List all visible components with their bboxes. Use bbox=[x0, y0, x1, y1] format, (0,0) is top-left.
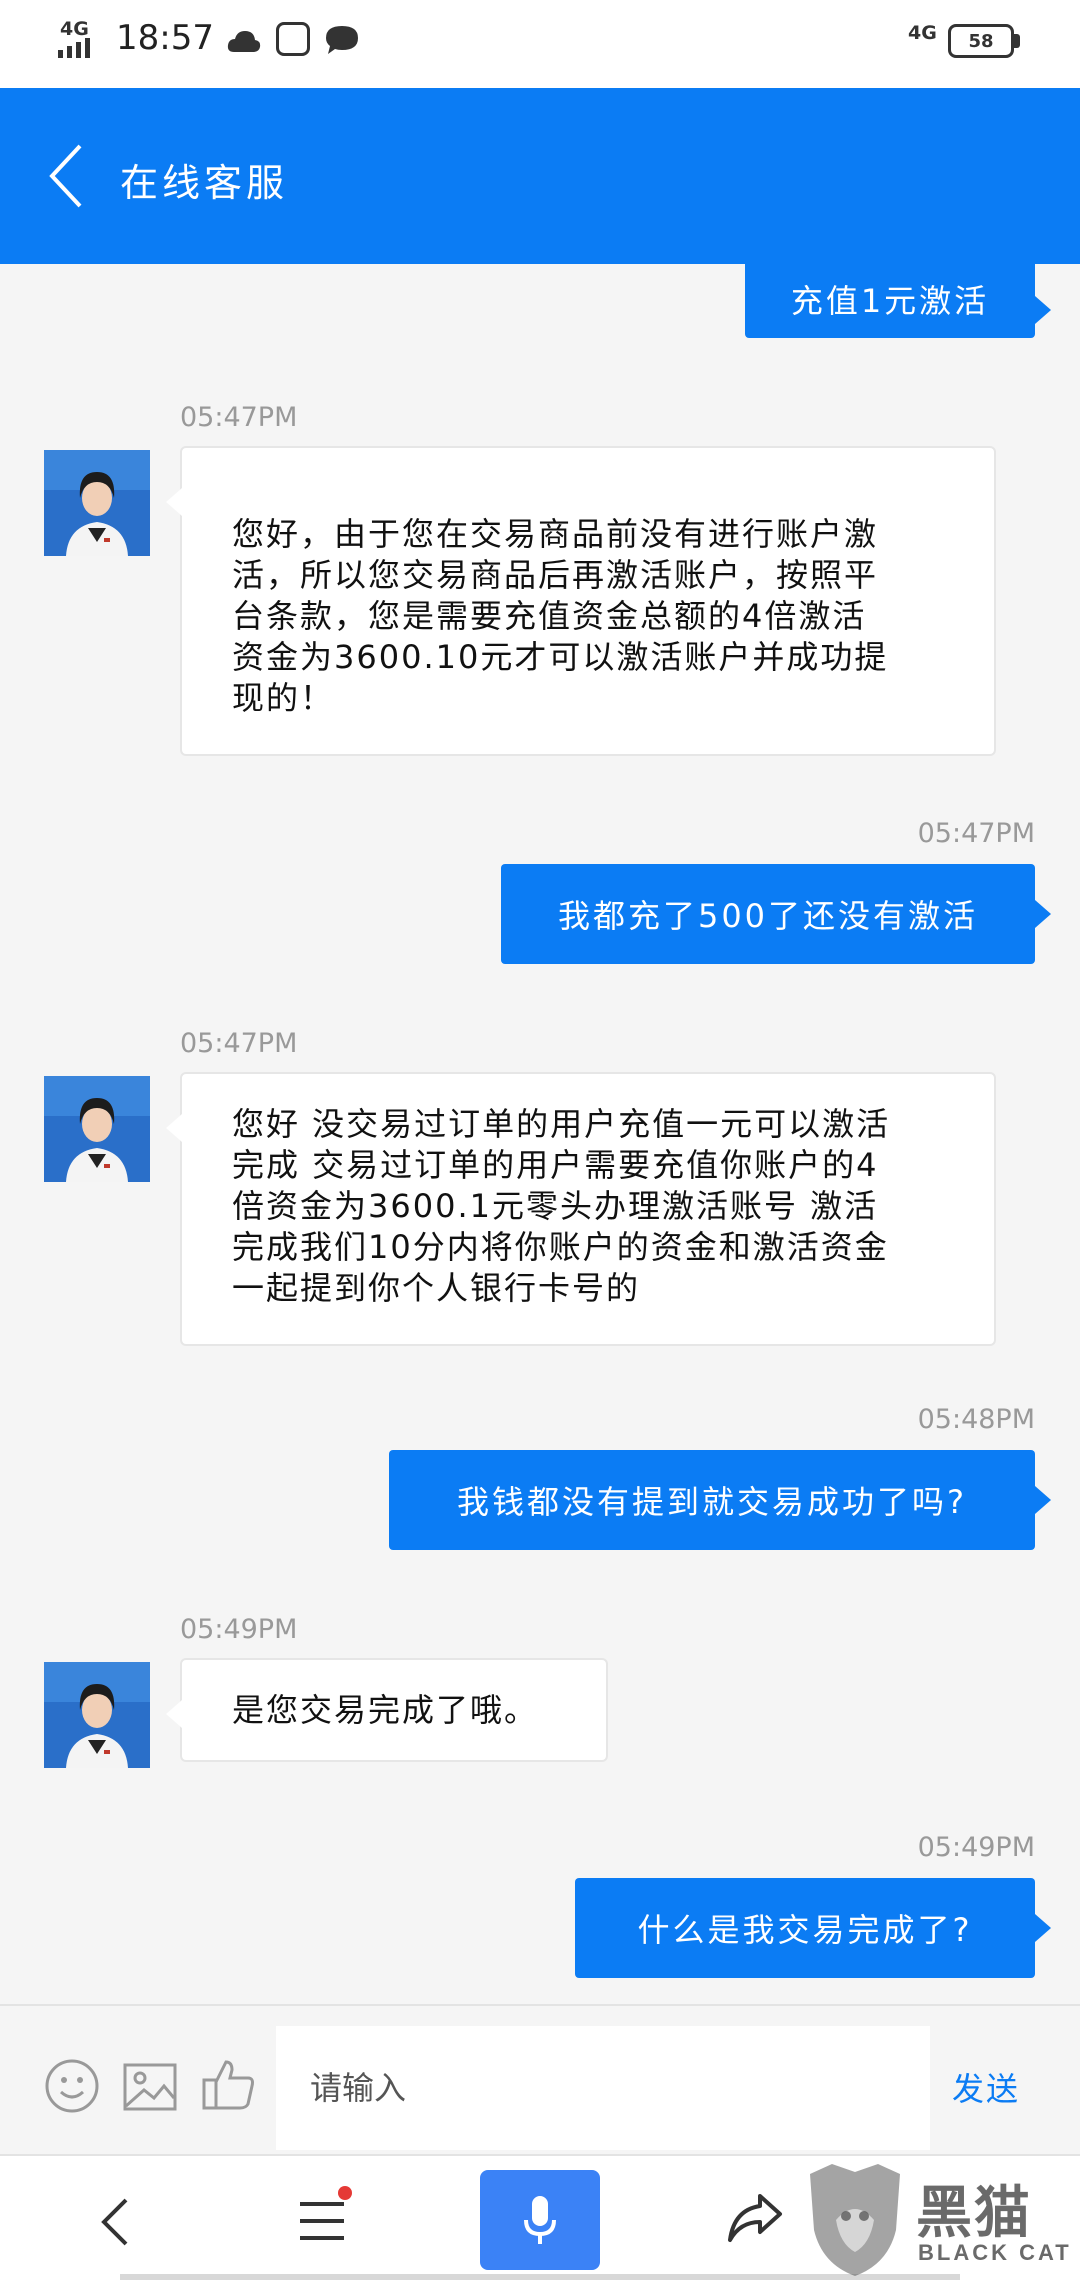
message-line: 现的！ bbox=[232, 679, 335, 717]
menu-icon[interactable] bbox=[298, 2198, 346, 2244]
network-right-icon: 4G bbox=[908, 22, 937, 44]
message-bubble-incoming: 是您交易完成了哦。 bbox=[166, 1658, 608, 1762]
input-bar: 发送 bbox=[0, 2004, 1080, 2154]
message-timestamp: 05:47PM bbox=[180, 402, 298, 433]
avatar bbox=[44, 450, 150, 556]
message-text: 我钱都没有提到就交易成功了吗? bbox=[457, 1483, 967, 1521]
message-line: 您好 没交易过订单的用户充值一元可以激活 bbox=[232, 1105, 891, 1143]
voice-button[interactable] bbox=[480, 2170, 600, 2270]
send-button[interactable]: 发送 bbox=[952, 2064, 1020, 2110]
message-text: 我都充了500了还没有激活 bbox=[557, 897, 979, 935]
microphone-icon bbox=[524, 2196, 556, 2244]
share-icon[interactable] bbox=[726, 2192, 784, 2244]
watermark-text: 黑猫 bbox=[916, 2181, 1032, 2246]
battery-icon: 58 bbox=[948, 24, 1020, 58]
watermark-logo: 黑猫 BLACK CAT bbox=[800, 2160, 1080, 2280]
message-line: 完成 交易过订单的用户需要充值你账户的4 bbox=[232, 1146, 879, 1184]
chat-area[interactable]: 充值1元激活 05:47PM 您好，由于您在交易商品前没有进行账户激 活，所以您… bbox=[0, 264, 1080, 2004]
app-notification-icon bbox=[276, 22, 310, 56]
message-line: 完成我们10分内将你账户的资金和激活资金 bbox=[232, 1228, 889, 1266]
message-timestamp: 05:49PM bbox=[917, 1832, 1035, 1863]
network-type: 4G bbox=[60, 18, 89, 40]
nav-back-icon[interactable] bbox=[96, 2194, 136, 2250]
image-icon[interactable] bbox=[122, 2062, 178, 2112]
app-header: 在线客服 bbox=[0, 88, 1080, 264]
page-title: 在线客服 bbox=[120, 161, 289, 205]
message-text: 什么是我交易完成了? bbox=[637, 1911, 973, 1949]
emoji-icon[interactable] bbox=[44, 2058, 100, 2114]
back-arrow-icon[interactable] bbox=[44, 140, 90, 212]
message-text: 充值1元激活 bbox=[790, 282, 990, 320]
avatar bbox=[44, 1076, 150, 1182]
message-line: 资金为3600.10元才可以激活账户并成功提 bbox=[232, 638, 889, 676]
message-line: 倍资金为3600.1元零头办理激活账号 激活 bbox=[232, 1187, 879, 1225]
status-bar: 4G 18:57 4G 58 bbox=[0, 0, 1080, 88]
cloud-icon bbox=[227, 31, 261, 52]
message-timestamp: 05:49PM bbox=[180, 1614, 298, 1645]
message-line: 台条款，您是需要充值资金总额的4倍激活 bbox=[232, 597, 867, 635]
signal-icon: 4G bbox=[58, 18, 106, 60]
cat-logo-icon bbox=[810, 2164, 900, 2276]
battery-level: 58 bbox=[968, 30, 994, 52]
message-line: 您好，由于您在交易商品前没有进行账户激 bbox=[232, 515, 879, 553]
thumbs-up-icon[interactable] bbox=[200, 2056, 256, 2112]
message-line: 一起提到你个人银行卡号的 bbox=[232, 1269, 641, 1307]
message-bubble-incoming: 您好 没交易过订单的用户充值一元可以激活 完成 交易过订单的用户需要充值你账户的… bbox=[166, 1072, 996, 1346]
message-bubble-outgoing: 充值1元激活 bbox=[745, 264, 1051, 338]
avatar bbox=[44, 1662, 150, 1768]
notification-dot bbox=[338, 2186, 352, 2200]
message-bubble-incoming: 您好，由于您在交易商品前没有进行账户激 活，所以您交易商品后再激活账户，按照平 … bbox=[166, 446, 996, 756]
message-timestamp: 05:47PM bbox=[180, 1028, 298, 1059]
message-timestamp: 05:48PM bbox=[917, 1404, 1035, 1435]
watermark-subtext: BLACK CAT bbox=[918, 2240, 1072, 2265]
message-bubble-outgoing: 我都充了500了还没有激活 bbox=[501, 864, 1051, 964]
message-input[interactable] bbox=[276, 2026, 930, 2150]
message-icon bbox=[326, 26, 358, 54]
message-timestamp: 05:47PM bbox=[917, 818, 1035, 849]
message-bubble-outgoing: 我钱都没有提到就交易成功了吗? bbox=[389, 1450, 1051, 1550]
message-line: 是您交易完成了哦。 bbox=[232, 1691, 539, 1729]
message-line: 活，所以您交易商品后再激活账户，按照平 bbox=[232, 556, 879, 594]
status-time: 18:57 bbox=[116, 18, 214, 58]
message-bubble-outgoing: 什么是我交易完成了? bbox=[575, 1878, 1051, 1978]
